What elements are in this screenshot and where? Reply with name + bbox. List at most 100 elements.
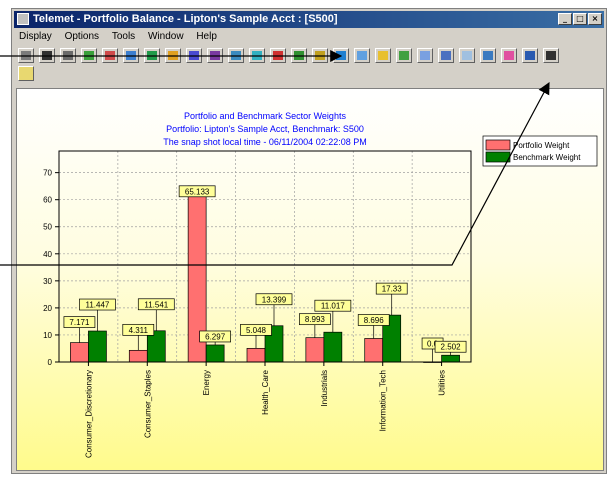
bar-portfolio xyxy=(246,347,266,363)
chart-title-line-1: Portfolio and Benchmark Sector Weights xyxy=(184,111,346,121)
y-tick-label: 70 xyxy=(43,169,52,178)
y-tick-label: 30 xyxy=(43,277,52,286)
toolbar-button-15[interactable] xyxy=(312,48,328,63)
app-window: Telemet - Portfolio Balance - Lipton's S… xyxy=(11,8,607,474)
data-label: 5.048 xyxy=(246,326,267,335)
chart-title-line-3: The snap shot local time - 06/11/2004 02… xyxy=(163,137,366,147)
toolbar-button-1[interactable] xyxy=(18,48,34,63)
menu-help[interactable]: Help xyxy=(196,31,217,42)
data-label: 17.33 xyxy=(382,285,403,294)
menu-window[interactable]: Window xyxy=(148,31,184,42)
toolbar-button-16[interactable] xyxy=(333,48,349,63)
toolbar-icon xyxy=(294,51,304,60)
toolbar-icon xyxy=(42,51,52,60)
x-tick-label: Information_Tech xyxy=(379,370,388,431)
title-bar[interactable]: Telemet - Portfolio Balance - Lipton's S… xyxy=(14,11,604,28)
data-label: 11.017 xyxy=(321,302,345,311)
toolbar-icon xyxy=(147,51,157,60)
toolbar-icon xyxy=(273,51,283,60)
toolbar-button-8[interactable] xyxy=(165,48,181,63)
x-tick-label: Consumer_Staples xyxy=(143,370,152,438)
toolbar-button-26[interactable] xyxy=(543,48,559,63)
toolbar-button-5[interactable] xyxy=(102,48,118,63)
bar-portfolio xyxy=(364,338,384,363)
legend-swatch xyxy=(485,139,511,151)
toolbar-icon xyxy=(189,51,199,60)
window-title: Telemet - Portfolio Balance - Lipton's S… xyxy=(33,13,338,25)
toolbar-button-13[interactable] xyxy=(270,48,286,63)
toolbar-button-19[interactable] xyxy=(396,48,412,63)
toolbar-icon xyxy=(210,51,220,60)
toolbar-button-11[interactable] xyxy=(228,48,244,63)
toolbar-icon xyxy=(84,51,94,60)
data-label: 6.297 xyxy=(205,332,226,341)
toolbar-button-2[interactable] xyxy=(39,48,55,63)
data-label: 2.502 xyxy=(441,343,462,352)
toolbar-icon xyxy=(231,51,241,60)
toolbar-button-18[interactable] xyxy=(375,48,391,63)
menu-display[interactable]: Display xyxy=(19,31,52,42)
toolbar-icon xyxy=(504,51,514,60)
toolbar-button-22[interactable] xyxy=(459,48,475,63)
toolbar-icon xyxy=(105,51,115,60)
chart-panel: Portfolio and Benchmark Sector Weights Po… xyxy=(16,88,604,471)
toolbar-icon xyxy=(252,51,262,60)
toolbar-button-4[interactable] xyxy=(81,48,97,63)
toolbar-button-24[interactable] xyxy=(501,48,517,63)
legend-label: Portfolio Weight xyxy=(513,141,570,150)
y-tick-label: 10 xyxy=(43,331,52,340)
close-button[interactable]: × xyxy=(588,13,602,25)
legend-label: Benchmark Weight xyxy=(513,153,581,162)
y-tick-label: 0 xyxy=(48,358,53,367)
data-label: 11.541 xyxy=(144,300,168,309)
toolbar-icon xyxy=(399,51,409,60)
toolbar-button-10[interactable] xyxy=(207,48,223,63)
toolbar-button-20[interactable] xyxy=(417,48,433,63)
toolbar-button-14[interactable] xyxy=(291,48,307,63)
help-icon[interactable] xyxy=(18,66,34,81)
menu-options[interactable]: Options xyxy=(65,31,99,42)
toolbar-button-23[interactable] xyxy=(480,48,496,63)
data-label: 11.447 xyxy=(85,301,109,310)
toolbar-icon xyxy=(378,51,388,60)
menu-bar: Display Options Tools Window Help xyxy=(14,29,604,45)
toolbar-icon xyxy=(126,51,136,60)
app-icon xyxy=(17,13,29,25)
x-tick-label: Industrials xyxy=(320,370,329,406)
data-label: 7.171 xyxy=(69,318,90,327)
minimize-button[interactable]: _ xyxy=(558,13,572,25)
toolbar xyxy=(14,46,604,84)
bar-benchmark xyxy=(323,331,343,363)
x-tick-label: Utilities xyxy=(438,370,447,396)
toolbar-icon xyxy=(525,51,535,60)
toolbar-button-9[interactable] xyxy=(186,48,202,63)
bar-benchmark xyxy=(88,330,107,363)
sector-weights-chart: Portfolio and Benchmark Sector Weights Po… xyxy=(43,111,598,458)
toolbar-button-25[interactable] xyxy=(522,48,538,63)
toolbar-icon xyxy=(420,51,430,60)
x-tick-label: Health_Care xyxy=(261,369,270,414)
toolbar-icon xyxy=(315,51,325,60)
bar-portfolio xyxy=(305,337,325,363)
toolbar-button-6[interactable] xyxy=(123,48,139,63)
data-label: 8.993 xyxy=(305,315,326,324)
y-tick-label: 50 xyxy=(43,223,52,232)
toolbar-button-3[interactable] xyxy=(60,48,76,63)
toolbar-button-12[interactable] xyxy=(249,48,265,63)
bar-portfolio xyxy=(70,342,89,363)
toolbar-button-7[interactable] xyxy=(144,48,160,63)
toolbar-button-21[interactable] xyxy=(438,48,454,63)
toolbar-icon xyxy=(441,51,451,60)
toolbar-icon xyxy=(462,51,472,60)
data-label: 65.133 xyxy=(185,187,210,196)
bar-benchmark xyxy=(205,344,225,363)
maximize-button[interactable]: □ xyxy=(573,13,587,25)
toolbar-icon xyxy=(63,51,73,60)
x-tick-label: Consumer_Discretionary xyxy=(84,370,93,458)
bar-benchmark xyxy=(441,354,460,363)
bar-portfolio xyxy=(128,349,148,363)
toolbar-icon xyxy=(168,51,178,60)
toolbar-button-17[interactable] xyxy=(354,48,370,63)
y-tick-label: 20 xyxy=(43,304,52,313)
menu-tools[interactable]: Tools xyxy=(112,31,135,42)
